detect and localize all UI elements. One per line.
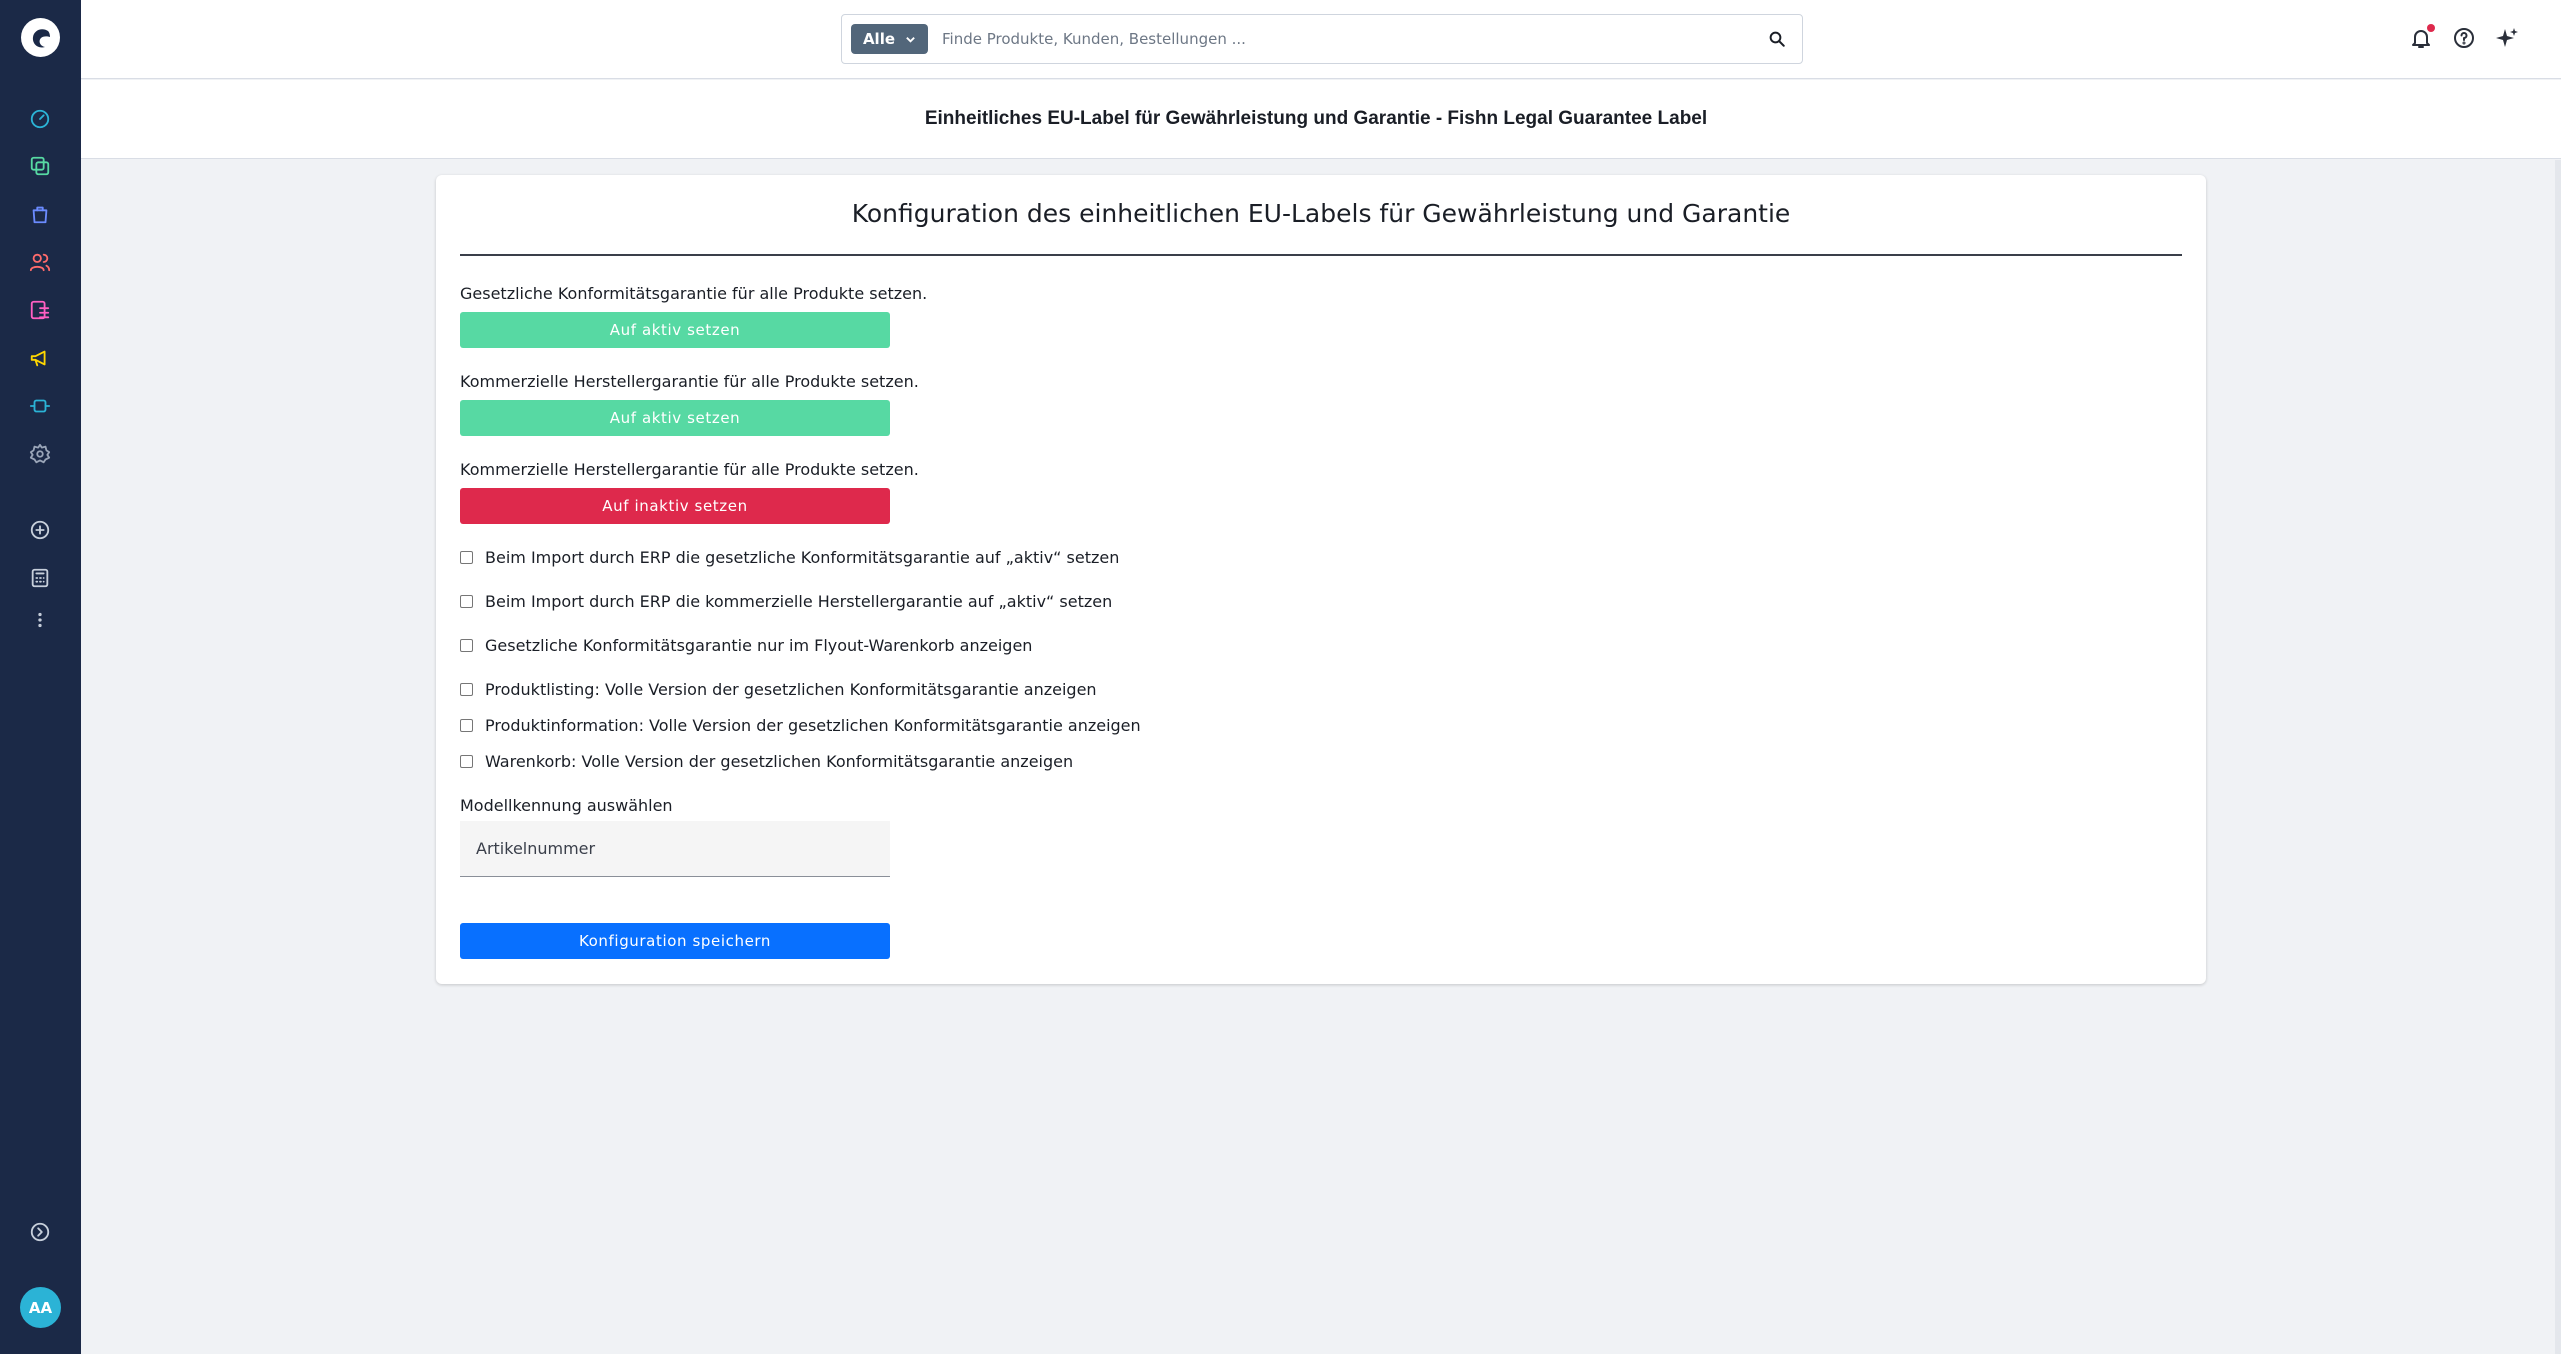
- checkbox-row-listing: Produktlisting: Volle Version der gesetz…: [460, 680, 1097, 699]
- shopware-logo-icon[interactable]: [21, 18, 60, 57]
- search-input[interactable]: [942, 25, 1742, 53]
- top-bar: Alle: [81, 0, 2561, 79]
- search-icon[interactable]: [1768, 30, 1786, 48]
- sidebar: AA: [0, 0, 81, 1354]
- model-select-label: Modellkennung auswählen: [460, 796, 673, 815]
- commercial-guarantee-label: Kommerzielle Herstellergarantie für alle…: [460, 372, 919, 391]
- help-icon[interactable]: [2452, 26, 2476, 50]
- chevron-down-icon: [906, 36, 915, 43]
- avatar[interactable]: AA: [20, 1287, 61, 1328]
- checkbox-label: Beim Import durch ERP die gesetzliche Ko…: [485, 548, 1120, 567]
- expand-icon[interactable]: [26, 1218, 54, 1246]
- sparkle-icon[interactable]: [2495, 26, 2519, 50]
- search-scope-dropdown[interactable]: Alle: [851, 24, 928, 54]
- scrollbar[interactable]: [2555, 160, 2561, 1354]
- page-title: Einheitliches EU-Label für Gewährleistun…: [924, 108, 1708, 129]
- global-search: Alle: [841, 14, 1803, 64]
- commercial-guarantee-deactivate-button[interactable]: Auf inaktiv setzen: [460, 488, 890, 524]
- commercial-guarantee-deactivate-label: Kommerzielle Herstellergarantie für alle…: [460, 460, 919, 479]
- listing-full-version-checkbox[interactable]: [460, 683, 473, 696]
- checkbox-label: Produktinformation: Volle Version der ge…: [485, 716, 1141, 735]
- cart-full-version-checkbox[interactable]: [460, 755, 473, 768]
- card-title: Konfiguration des einheitlichen EU-Label…: [851, 199, 1791, 228]
- orders-icon[interactable]: [26, 200, 54, 228]
- configuration-card: Konfiguration des einheitlichen EU-Label…: [436, 175, 2206, 984]
- search-scope-label: Alle: [862, 30, 896, 48]
- more-icon[interactable]: [26, 606, 54, 634]
- checkbox-label: Produktlisting: Volle Version der gesetz…: [485, 680, 1097, 699]
- erp-commercial-guarantee-checkbox[interactable]: [460, 595, 473, 608]
- product-info-full-version-checkbox[interactable]: [460, 719, 473, 732]
- flyout-cart-only-checkbox[interactable]: [460, 639, 473, 652]
- add-icon[interactable]: [26, 516, 54, 544]
- commercial-guarantee-activate-button[interactable]: Auf aktiv setzen: [460, 400, 890, 436]
- model-select-value: Artikelnummer: [476, 839, 596, 858]
- marketing-icon[interactable]: [26, 344, 54, 372]
- checkbox-row-cart: Warenkorb: Volle Version der gesetzliche…: [460, 752, 1073, 771]
- legal-guarantee-activate-button[interactable]: Auf aktiv setzen: [460, 312, 890, 348]
- divider: [460, 254, 2182, 256]
- checkbox-label: Warenkorb: Volle Version der gesetzliche…: [485, 752, 1074, 771]
- model-identifier-select[interactable]: Artikelnummer: [460, 821, 890, 877]
- catalog-icon[interactable]: [26, 152, 54, 180]
- checkbox-row-erp-legal: Beim Import durch ERP die gesetzliche Ko…: [460, 548, 1119, 567]
- checkbox-row-flyout: Gesetzliche Konformitätsgarantie nur im …: [460, 636, 1032, 655]
- customers-icon[interactable]: [26, 248, 54, 276]
- extensions-icon[interactable]: [26, 392, 54, 420]
- checkbox-label: Beim Import durch ERP die kommerzielle H…: [485, 592, 1113, 611]
- checkbox-label: Gesetzliche Konformitätsgarantie nur im …: [485, 636, 1033, 655]
- checkbox-row-erp-commercial: Beim Import durch ERP die kommerzielle H…: [460, 592, 1112, 611]
- page-header: Einheitliches EU-Label für Gewährleistun…: [81, 80, 2561, 159]
- settings-icon[interactable]: [26, 440, 54, 468]
- save-configuration-button[interactable]: Konfiguration speichern: [460, 923, 890, 959]
- content-icon[interactable]: [26, 296, 54, 324]
- bell-icon[interactable]: [2409, 24, 2435, 50]
- dashboard-icon[interactable]: [26, 105, 54, 133]
- checkbox-row-product-info: Produktinformation: Volle Version der ge…: [460, 716, 1141, 735]
- calculator-icon[interactable]: [26, 564, 54, 592]
- erp-legal-guarantee-checkbox[interactable]: [460, 551, 473, 564]
- notification-dot: [2427, 24, 2435, 32]
- legal-guarantee-label: Gesetzliche Konformitätsgarantie für all…: [460, 284, 928, 303]
